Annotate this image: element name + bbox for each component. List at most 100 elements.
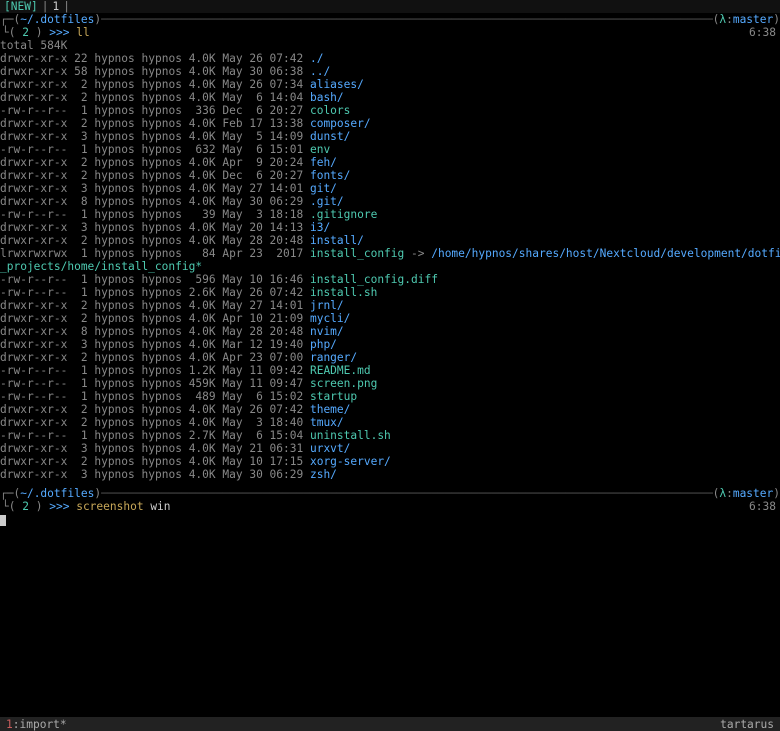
prompt-bottom-open: └( [2,26,15,39]
ls-filename: startup [310,390,357,403]
ls-filename: screen.png [310,377,377,390]
ls-filename: bash/ [310,91,344,104]
prompt-bottom-close: ) [36,500,43,513]
ls-filename: colors [310,104,350,117]
ls-row: drwxr-xr-x 2 hypnos hypnos 4.0K Apr 10 2… [0,312,780,325]
ls-filename: composer/ [310,117,371,130]
top-sep: | [38,0,53,13]
ls-filename: i3/ [310,221,330,234]
ls-filename: env [310,143,330,156]
top-sep: | [59,0,74,13]
ls-row: drwxr-xr-x 2 hypnos hypnos 4.0K May 26 0… [0,403,780,416]
ls-filename: uninstall.sh [310,429,391,442]
command-text: screenshot [76,500,143,513]
lambda-icon: λ [719,13,726,26]
ls-row: drwxr-xr-x 3 hypnos hypnos 4.0K Mar 12 1… [0,338,780,351]
ls-filename: theme/ [310,403,350,416]
ls-row: drwxr-xr-x 2 hypnos hypnos 4.0K May 10 1… [0,455,780,468]
ls-filename: ranger/ [310,351,357,364]
ls-filename: .gitignore [310,208,377,221]
ls-row: -rw-r--r-- 1 hypnos hypnos 336 Dec 6 20:… [0,104,780,117]
ls-row: drwxr-xr-x 58 hypnos hypnos 4.0K May 30 … [0,65,780,78]
ls-row: drwxr-xr-x 2 hypnos hypnos 4.0K Apr 23 0… [0,351,780,364]
ls-row: drwxr-xr-x 8 hypnos hypnos 4.0K May 28 2… [0,325,780,338]
prompt-line-1[interactable]: └( 2 ) >>> ll 6:38 [0,26,780,39]
branch-open: ( [713,13,720,26]
ls-row: -rw-r--r-- 1 hypnos hypnos 596 May 10 16… [0,273,780,286]
ls-filename: README.md [310,364,371,377]
status-sep: : [13,718,20,731]
ls-row: lrwxrwxrwx 1 hypnos hypnos 84 Apr 23 201… [0,247,780,260]
ls-filename: aliases/ [310,78,364,91]
ls-wrap-line: _projects/home/install_config* [0,260,780,273]
status-window-name: import* [20,718,67,731]
ls-row: -rw-r--r-- 1 hypnos hypnos 489 May 6 15:… [0,390,780,403]
prompt-bottom-close: ) [36,26,43,39]
prompt-fill-dashes: ────────────────────────────────────────… [101,13,713,26]
status-left[interactable]: 1:import* [6,718,67,731]
prompt-history-number: 2 [22,26,29,39]
ls-filename: git/ [310,182,337,195]
prompt-corner-close: ) [94,13,101,26]
prompt-history-number: 2 [22,500,29,513]
ls-filename: ../ [310,65,330,78]
branch-colon: : [726,13,733,26]
ls-row: drwxr-xr-x 22 hypnos hypnos 4.0K May 26 … [0,52,780,65]
status-hostname: tartarus [720,718,774,731]
ls-row: drwxr-xr-x 2 hypnos hypnos 4.0K Apr 9 20… [0,156,780,169]
prompt-clock: 6:38 [749,26,780,39]
branch-close: ) [773,13,780,26]
git-branch: master [733,487,773,500]
ls-row: drwxr-xr-x 3 hypnos hypnos 4.0K May 30 0… [0,468,780,481]
prompt-clock: 6:38 [749,500,780,513]
ls-filename: jrnl/ [310,299,344,312]
ls-filename: dunst/ [310,130,350,143]
prompt-corner-close: ) [94,487,101,500]
lambda-icon: λ [719,487,726,500]
status-window-number: 1 [6,718,13,731]
ls-filename: fonts/ [310,169,350,182]
ls-filename: zsh/ [310,468,337,481]
prompt-header-1: ┌─( ~/.dotfiles ) ──────────────────────… [0,13,780,26]
prompt-header-2: ┌─( ~/.dotfiles ) ──────────────────────… [0,487,780,500]
prompt-path: ~/.dotfiles [20,13,94,26]
command-text: ll [76,26,89,39]
ls-filename: tmux/ [310,416,344,429]
ls-row: drwxr-xr-x 2 hypnos hypnos 4.0K May 26 0… [0,78,780,91]
ls-total: total 584K [0,39,780,52]
ls-row: drwxr-xr-x 8 hypnos hypnos 4.0K May 30 0… [0,195,780,208]
tmux-status-bar[interactable]: 1:import* tartarus [0,717,780,731]
ls-filename: php/ [310,338,337,351]
branch-colon: : [726,487,733,500]
ls-filename: urxvt/ [310,442,350,455]
ls-row: -rw-r--r-- 1 hypnos hypnos 1.2K May 11 0… [0,364,780,377]
ls-row: drwxr-xr-x 3 hypnos hypnos 4.0K May 27 1… [0,182,780,195]
ls-filename: ./ [310,52,323,65]
prompt-path: ~/.dotfiles [20,487,94,500]
tmux-top-bar: [NEW] | 1 | [0,0,780,13]
ls-filename: install_config.diff [310,273,438,286]
ls-row: -rw-r--r-- 1 hypnos hypnos 632 May 6 15:… [0,143,780,156]
prompt-corner-open: ┌─( [0,13,20,26]
ls-row: drwxr-xr-x 2 hypnos hypnos 4.0K May 3 18… [0,416,780,429]
branch-close: ) [773,487,780,500]
top-new-tag: [NEW] [4,0,38,13]
branch-open: ( [713,487,720,500]
ls-row: -rw-r--r-- 1 hypnos hypnos 2.7K May 6 15… [0,429,780,442]
ls-filename: mycli/ [310,312,350,325]
prompt-arrows: >>> [49,500,69,513]
ls-row: drwxr-xr-x 3 hypnos hypnos 4.0K May 21 0… [0,442,780,455]
git-branch: master [733,13,773,26]
ls-row: drwxr-xr-x 2 hypnos hypnos 4.0K May 28 2… [0,234,780,247]
prompt-arrows: >>> [49,26,69,39]
ls-filename: install/ [310,234,364,247]
prompt-line-2[interactable]: └( 2 ) >>> screenshot win 6:38 [0,500,780,513]
terminal-cursor[interactable] [0,515,6,526]
ls-filename: install.sh [310,286,377,299]
prompt-corner-open: ┌─( [0,487,20,500]
ls-row: drwxr-xr-x 2 hypnos hypnos 4.0K May 27 1… [0,299,780,312]
ls-filename: xorg-server/ [310,455,391,468]
command-arg: win [150,500,170,513]
ls-filename: install_config [310,247,404,260]
ls-row: drwxr-xr-x 3 hypnos hypnos 4.0K May 20 1… [0,221,780,234]
